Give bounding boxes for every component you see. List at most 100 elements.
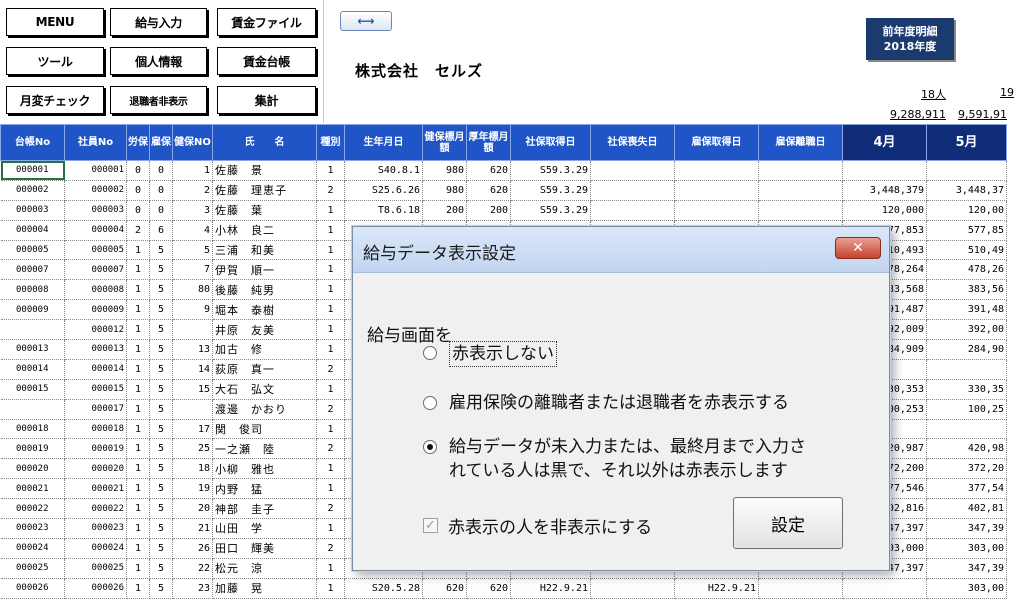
- table-cell[interactable]: 1: [126, 419, 150, 440]
- table-cell[interactable]: [926, 160, 1007, 181]
- table-cell[interactable]: 1: [126, 259, 150, 281]
- table-cell[interactable]: 000026: [64, 578, 127, 599]
- table-cell[interactable]: 392,00: [926, 319, 1007, 341]
- table-cell[interactable]: 000013: [0, 339, 65, 360]
- table-cell[interactable]: 391,48: [926, 299, 1007, 321]
- table-cell[interactable]: 14: [172, 359, 213, 380]
- apply-button[interactable]: 設定: [733, 497, 843, 549]
- table-cell[interactable]: 5: [149, 319, 173, 341]
- table-cell[interactable]: 1: [316, 200, 345, 221]
- table-cell[interactable]: [590, 160, 675, 181]
- table-cell[interactable]: 佐藤 景: [212, 160, 317, 181]
- table-cell[interactable]: 5: [149, 299, 173, 321]
- table-cell[interactable]: 1: [316, 299, 345, 321]
- table-cell[interactable]: S59.3.29: [510, 200, 591, 221]
- table-cell[interactable]: 17: [172, 419, 213, 440]
- dialog-titlebar[interactable]: 給与データ表示設定 ✕: [353, 227, 889, 273]
- table-cell[interactable]: 0: [126, 180, 150, 201]
- table-cell[interactable]: 0: [149, 200, 173, 221]
- totals-button[interactable]: 集計: [217, 86, 316, 114]
- table-cell[interactable]: 堀本 泰樹: [212, 299, 317, 321]
- table-cell[interactable]: 5: [149, 578, 173, 599]
- table-cell[interactable]: 1: [126, 518, 150, 539]
- table-cell[interactable]: 加古 修: [212, 339, 317, 360]
- table-cell[interactable]: 200: [466, 200, 511, 221]
- table-cell[interactable]: 000005: [0, 240, 65, 261]
- table-cell[interactable]: 80: [172, 279, 213, 301]
- table-cell[interactable]: 6: [149, 220, 173, 241]
- table-cell[interactable]: 1: [126, 498, 150, 520]
- previous-year-statement-button[interactable]: 前年度明細 2018年度: [866, 18, 954, 60]
- table-cell[interactable]: 000004: [0, 220, 65, 241]
- table-cell[interactable]: 000019: [0, 438, 65, 460]
- table-cell[interactable]: 26: [172, 538, 213, 559]
- table-cell[interactable]: 22: [172, 558, 213, 579]
- table-cell[interactable]: 5: [149, 458, 173, 480]
- table-cell[interactable]: 5: [149, 359, 173, 380]
- table-cell[interactable]: 000013: [64, 339, 127, 360]
- table-cell[interactable]: 伊賀 順一: [212, 259, 317, 281]
- table-cell[interactable]: 0: [149, 180, 173, 201]
- table-cell[interactable]: 25: [172, 438, 213, 460]
- table-cell[interactable]: 後藤 純男: [212, 279, 317, 301]
- table-cell[interactable]: S59.3.29: [510, 180, 591, 201]
- option-no-red-display[interactable]: 赤表示しない: [423, 341, 557, 367]
- table-cell[interactable]: 000022: [64, 498, 127, 520]
- table-cell[interactable]: 620: [466, 578, 511, 599]
- table-cell[interactable]: 5: [149, 498, 173, 520]
- table-cell[interactable]: 330,35: [926, 379, 1007, 400]
- table-cell[interactable]: 120,00: [926, 200, 1007, 221]
- table-cell[interactable]: 100,25: [926, 399, 1007, 420]
- table-cell[interactable]: 3: [172, 200, 213, 221]
- table-cell[interactable]: 3,448,37: [926, 180, 1007, 201]
- table-cell[interactable]: 000020: [64, 458, 127, 480]
- table-cell[interactable]: 000009: [64, 299, 127, 321]
- table-cell[interactable]: 小林 良二: [212, 220, 317, 241]
- table-cell[interactable]: [0, 319, 65, 341]
- table-cell[interactable]: 000007: [64, 259, 127, 281]
- table-cell[interactable]: 000007: [0, 259, 65, 281]
- table-cell[interactable]: 1: [316, 419, 345, 440]
- table-cell[interactable]: 荻原 真一: [212, 359, 317, 380]
- table-cell[interactable]: 000023: [0, 518, 65, 539]
- wage-file-button[interactable]: 賃金ファイル: [217, 8, 316, 36]
- table-cell[interactable]: 000025: [0, 558, 65, 579]
- column-resize-button[interactable]: ⟷: [340, 11, 392, 31]
- table-cell[interactable]: 加藤 晃: [212, 578, 317, 599]
- table-cell[interactable]: 21: [172, 518, 213, 539]
- table-cell[interactable]: 1: [126, 558, 150, 579]
- table-cell[interactable]: 5: [149, 279, 173, 301]
- table-cell[interactable]: [590, 180, 675, 201]
- table-cell[interactable]: H22.9.21: [510, 578, 591, 599]
- table-cell[interactable]: 000015: [0, 379, 65, 400]
- table-cell[interactable]: T8.6.18: [344, 200, 423, 221]
- table-cell[interactable]: 000023: [64, 518, 127, 539]
- table-cell[interactable]: 1: [316, 558, 345, 579]
- table-cell[interactable]: 5: [149, 259, 173, 281]
- personal-info-button[interactable]: 個人情報: [110, 47, 207, 75]
- table-cell[interactable]: 1: [126, 538, 150, 559]
- table-cell[interactable]: 2: [316, 359, 345, 380]
- table-cell[interactable]: 000021: [0, 478, 65, 500]
- table-cell[interactable]: 000014: [0, 359, 65, 380]
- table-cell[interactable]: 2: [172, 180, 213, 201]
- table-cell[interactable]: 1: [126, 438, 150, 460]
- table-cell[interactable]: 20: [172, 498, 213, 520]
- table-cell[interactable]: 2: [316, 438, 345, 460]
- table-cell[interactable]: 内野 猛: [212, 478, 317, 500]
- table-cell[interactable]: 7: [172, 259, 213, 281]
- wage-ledger-button[interactable]: 賃金台帳: [217, 47, 316, 75]
- table-cell[interactable]: 1: [316, 339, 345, 360]
- table-cell[interactable]: 577,85: [926, 220, 1007, 241]
- table-cell[interactable]: 神部 圭子: [212, 498, 317, 520]
- table-cell[interactable]: 田口 輝美: [212, 538, 317, 559]
- table-cell[interactable]: 2: [126, 220, 150, 241]
- table-cell[interactable]: [172, 319, 213, 341]
- table-cell[interactable]: 000012: [64, 319, 127, 341]
- table-cell[interactable]: 000004: [64, 220, 127, 241]
- table-cell[interactable]: 小柳 雅也: [212, 458, 317, 480]
- menu-button[interactable]: MENU: [6, 8, 104, 36]
- table-cell[interactable]: 000014: [64, 359, 127, 380]
- table-cell[interactable]: 000002: [0, 180, 65, 201]
- hide-red-rows-option[interactable]: ✓ 赤表示の人を非表示にする: [423, 513, 652, 538]
